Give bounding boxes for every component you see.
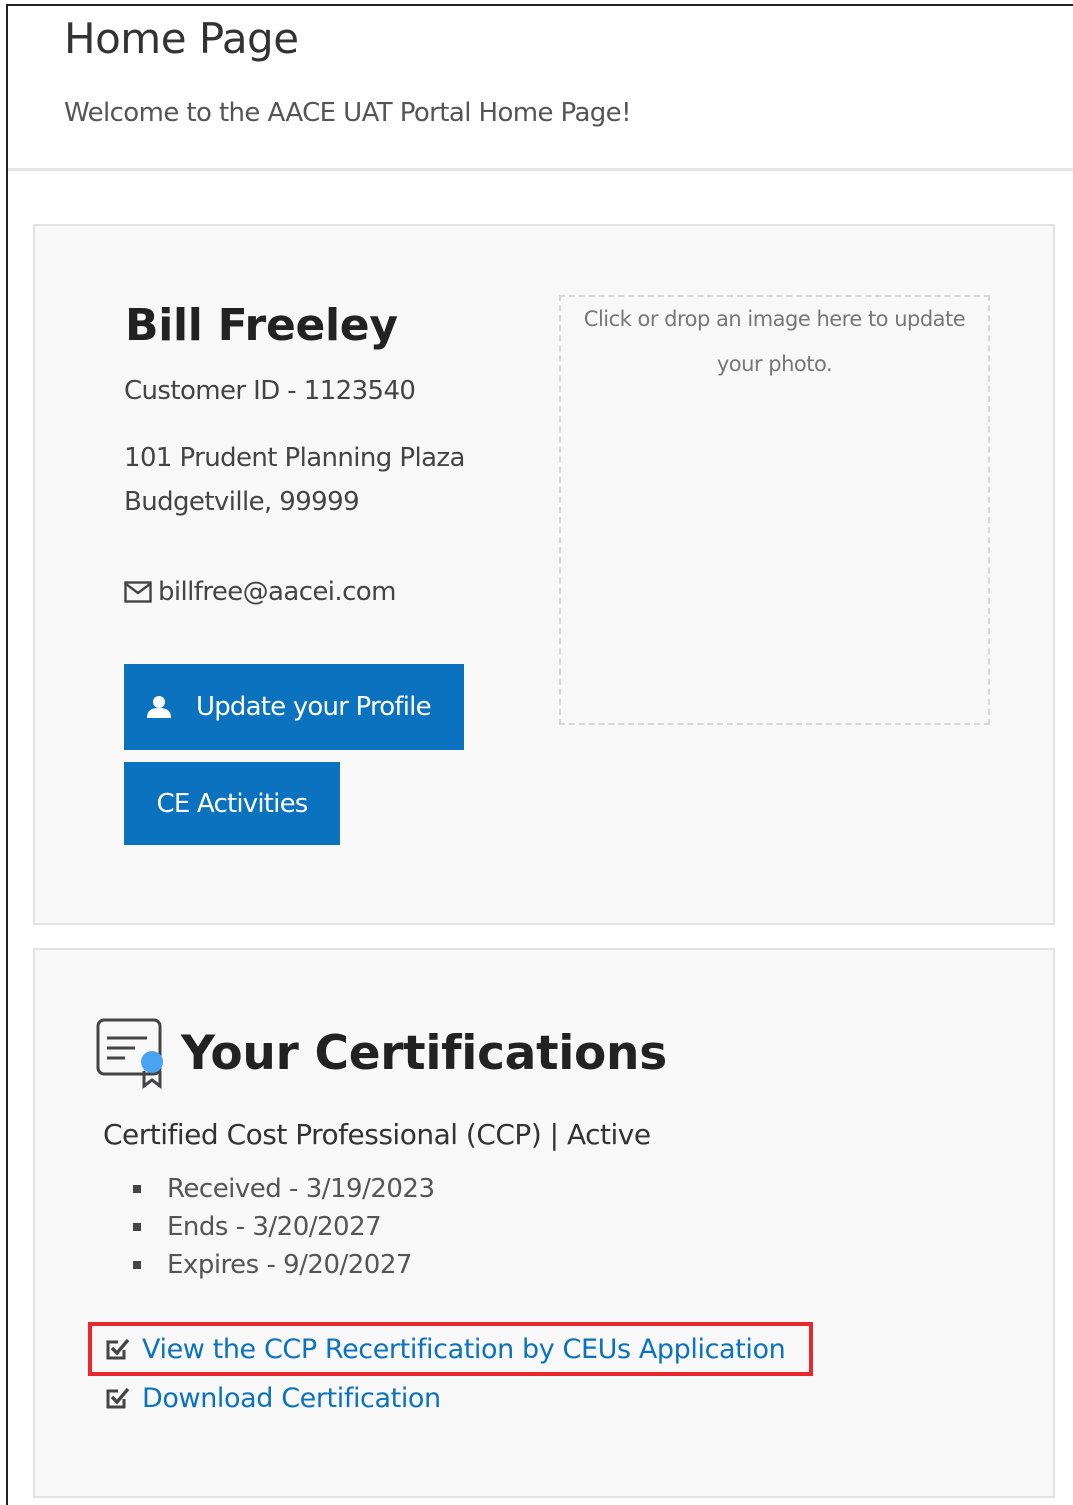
update-profile-button[interactable]: Update your Profile (124, 664, 464, 750)
bullet-icon (133, 1261, 141, 1269)
ce-activities-button[interactable]: CE Activities (124, 762, 340, 845)
certificate-icon (95, 1016, 171, 1090)
customer-id: Customer ID - 1123540 (124, 376, 416, 406)
certification-title: Certified Cost Professional (CCP) | Acti… (103, 1118, 651, 1151)
list-item: Expires - 9/20/2027 (133, 1246, 435, 1284)
photo-dropzone-text: Click or drop an image here to update yo… (583, 307, 966, 376)
certification-details: Received - 3/19/2023 Ends - 3/20/2027 Ex… (133, 1170, 435, 1284)
certifications-heading-text: Your Certifications (181, 1025, 667, 1081)
envelope-icon (124, 581, 152, 603)
check-square-icon (104, 1336, 130, 1362)
certifications-heading: Your Certifications (95, 1016, 667, 1090)
list-item: Ends - 3/20/2027 (133, 1208, 435, 1246)
list-item: Received - 3/19/2023 (133, 1170, 435, 1208)
profile-name: Bill Freeley (125, 300, 398, 351)
check-square-icon (104, 1385, 130, 1411)
email-address: billfree@aacei.com (158, 577, 396, 607)
recertification-link[interactable]: View the CCP Recertification by CEUs App… (88, 1322, 813, 1376)
bullet-icon (133, 1223, 141, 1231)
download-certification-link-text[interactable]: Download Certification (142, 1383, 441, 1414)
user-icon (146, 695, 172, 719)
address-line-2: Budgetville, 99999 (124, 487, 360, 517)
update-profile-label: Update your Profile (196, 692, 432, 722)
page-title: Home Page (64, 14, 299, 63)
welcome-message: Welcome to the AACE UAT Portal Home Page… (64, 98, 632, 128)
recertification-link-text[interactable]: View the CCP Recertification by CEUs App… (142, 1334, 786, 1365)
photo-dropzone[interactable]: Click or drop an image here to update yo… (559, 295, 990, 725)
address-line-1: 101 Prudent Planning Plaza (124, 443, 465, 473)
bullet-icon (133, 1185, 141, 1193)
header-divider (8, 168, 1073, 171)
email-row: billfree@aacei.com (124, 577, 396, 607)
download-certification-link[interactable]: Download Certification (104, 1378, 441, 1418)
